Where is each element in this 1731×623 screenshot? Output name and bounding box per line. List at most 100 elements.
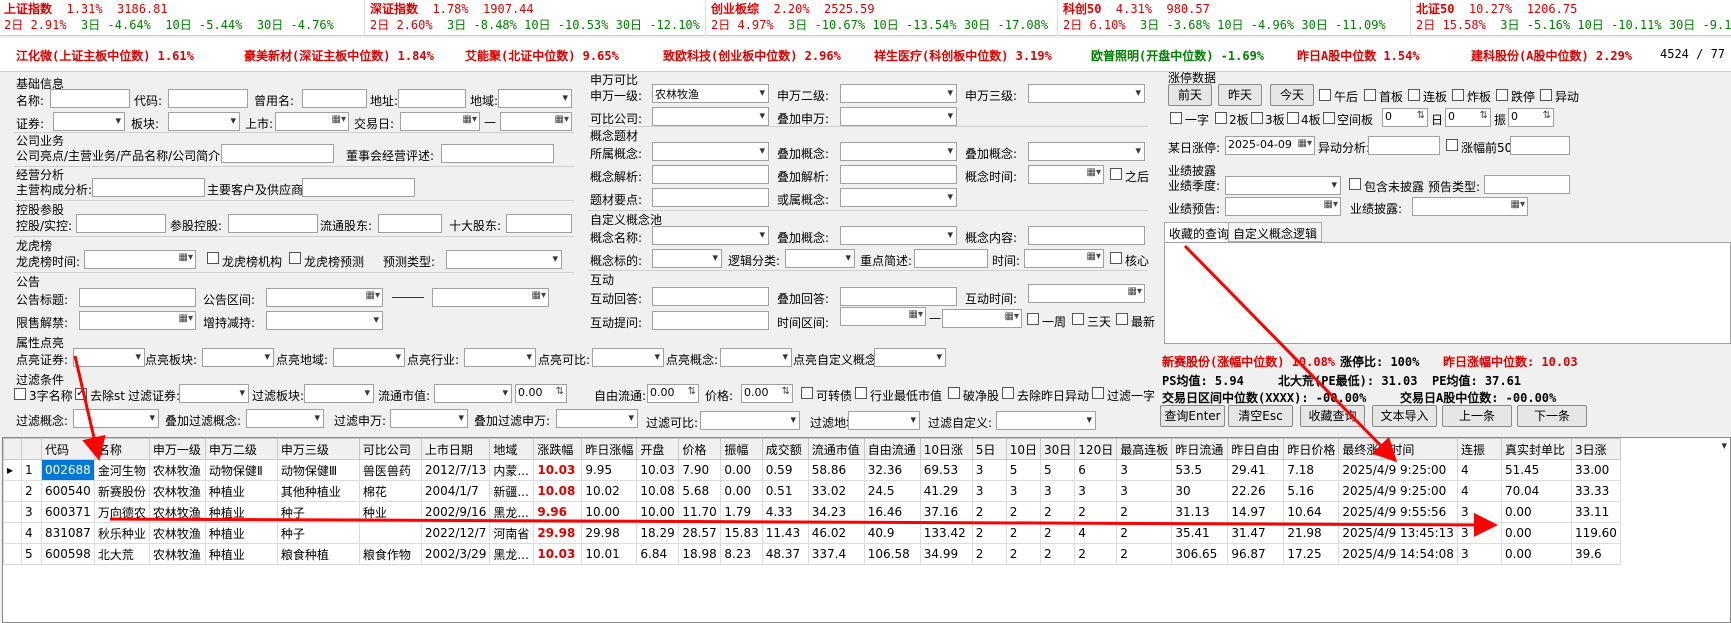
after-checkbox[interactable]	[1110, 168, 1122, 180]
answer-input[interactable]	[652, 287, 769, 306]
sw-l2-select[interactable]	[840, 84, 957, 103]
table-cell[interactable]: 万向德农	[93, 501, 150, 523]
table-cell[interactable]: 2012/7/13	[420, 459, 491, 481]
column-header[interactable]: 昨日涨幅	[581, 438, 638, 460]
column-header[interactable]: 120日	[1074, 438, 1118, 460]
unlock-picker[interactable]	[79, 311, 196, 330]
table-cell[interactable]: 17.25	[1283, 543, 1340, 565]
table-cell[interactable]: 2002/3/29	[420, 543, 491, 565]
composition-input[interactable]	[92, 178, 205, 197]
table-cell[interactable]: 7.90	[678, 459, 722, 481]
add-filter-concept-select[interactable]	[246, 409, 324, 428]
table-cell[interactable]: 3	[21, 501, 42, 523]
result-table[interactable]: 代码 名称 申万一级 申万二级 申万三级 可比公司 上市日期 地域 涨跌幅 昨日涨幅 开盘 价格 振幅成…	[3, 438, 1621, 565]
concept-time-picker[interactable]	[1028, 165, 1104, 184]
ticker-chinext[interactable]: 创业板综 2.20% 2525.59 2日 4.97% 3日 -10.67% 1…	[707, 0, 1058, 36]
lowest-mcap-checkbox[interactable]	[855, 387, 867, 399]
table-cell[interactable]: 内蒙...	[489, 459, 535, 481]
table-cell[interactable]: 种子	[276, 501, 360, 523]
table-cell[interactable]: 29.98	[581, 522, 638, 544]
table-cell[interactable]: 4	[21, 522, 42, 544]
filter-one-checkbox[interactable]	[1092, 387, 1104, 399]
filter-custom-select[interactable]	[996, 411, 1096, 430]
abnormal-analysis-input[interactable]	[1368, 136, 1440, 155]
table-cell[interactable]: 39.6	[1570, 543, 1621, 565]
filter-comparable-select[interactable]	[700, 411, 800, 430]
table-cell[interactable]: 35.41	[1171, 522, 1229, 544]
table-cell[interactable]: 2	[1116, 543, 1173, 565]
logic-select[interactable]	[785, 249, 855, 268]
include-undisclosed-checkbox[interactable]	[1349, 178, 1361, 190]
table-cell[interactable]: 58.86	[807, 459, 865, 481]
table-cell[interactable]: 北大荒	[93, 543, 150, 565]
range-end-picker[interactable]	[942, 309, 1022, 328]
tab-custom-concept-logic[interactable]: 自定义概念逻辑	[1228, 222, 1323, 242]
broken-checkbox[interactable]	[1452, 89, 1464, 101]
table-cell[interactable]: 31.47	[1227, 522, 1285, 544]
column-header[interactable]: 流通市值	[807, 438, 865, 460]
table-cell[interactable]: 30	[1171, 480, 1229, 502]
abnormal-checkbox[interactable]	[1540, 89, 1552, 101]
table-cell[interactable]: 2	[971, 522, 1007, 544]
table-cell[interactable]: 14.97	[1227, 501, 1285, 523]
table-cell[interactable]: 3	[971, 459, 1007, 481]
table-cell[interactable]	[3, 522, 22, 544]
table-cell[interactable]: 831087	[41, 522, 95, 544]
table-cell[interactable]: 32.36	[863, 459, 921, 481]
or-concept-select[interactable]	[840, 188, 957, 207]
table-cell[interactable]: 10.03	[533, 459, 583, 481]
table-cell[interactable]: 10.00	[581, 501, 638, 523]
table-cell[interactable]: 2025/4/9 14:54:08	[1338, 543, 1458, 565]
listed-date-picker[interactable]	[275, 112, 349, 131]
table-cell[interactable]: 2	[1074, 501, 1118, 523]
column-header[interactable]: 3日涨	[1570, 438, 1621, 460]
add-concept2-select[interactable]	[1028, 142, 1145, 161]
owned-concept-select[interactable]	[652, 142, 769, 161]
sw-l1-select[interactable]: 农林牧渔	[652, 84, 769, 103]
table-cell[interactable]: 9.95	[581, 459, 638, 481]
median-star[interactable]: 祥生医疗(科创板中位数) 3.19%	[874, 47, 1052, 64]
hl-region-select[interactable]	[333, 348, 405, 367]
table-cell[interactable]: 0.00	[1500, 501, 1572, 523]
table-cell[interactable]: 119.60	[1570, 522, 1621, 544]
column-header[interactable]: 最高连板	[1116, 438, 1173, 460]
trade-day-end-picker[interactable]	[500, 112, 572, 131]
table-cell[interactable]: 种植业	[204, 543, 278, 565]
table-cell[interactable]: 69.53	[919, 459, 973, 481]
column-header[interactable]: 涨跌幅	[533, 438, 583, 460]
clear-button[interactable]: 清空Esc	[1228, 405, 1293, 427]
table-cell[interactable]: 2	[21, 480, 42, 502]
table-cell[interactable]: 2	[1074, 543, 1118, 565]
table-cell[interactable]: 其他种植业	[276, 480, 360, 502]
mcap-select[interactable]	[434, 384, 512, 403]
table-cell[interactable]	[3, 501, 22, 523]
table-cell[interactable]: 37.16	[919, 501, 973, 523]
table-cell[interactable]: 2	[1040, 522, 1076, 544]
table-cell[interactable]: 10.08	[636, 480, 680, 502]
table-cell[interactable]: 0.59	[761, 459, 809, 481]
filter-region-select[interactable]	[848, 411, 920, 430]
add-answer-input[interactable]	[840, 287, 957, 306]
fall-limit-checkbox[interactable]	[1496, 89, 1508, 101]
table-cell[interactable]: 0.51	[761, 480, 809, 502]
table-cell[interactable]: 新疆...	[489, 480, 535, 502]
table-cell[interactable]: 24.5	[863, 480, 921, 502]
column-header[interactable]: 5日	[971, 438, 1007, 460]
median-ashare[interactable]: 建科股份(A股中位数) 2.29%	[1471, 47, 1632, 64]
table-cell[interactable]: 2025/4/9 9:25:00	[1338, 480, 1458, 502]
median-bse[interactable]: 艾能聚(北证中位数) 9.65%	[465, 47, 619, 64]
shareholding-select[interactable]	[266, 311, 383, 330]
some-day-limit-picker[interactable]: 2025-04-09	[1225, 136, 1315, 155]
table-cell[interactable]: 600598	[41, 543, 95, 565]
table-cell[interactable]: 6	[1074, 459, 1118, 481]
convertible-checkbox[interactable]	[801, 387, 813, 399]
table-cell[interactable]: 2	[1005, 522, 1042, 544]
filter-sector-select[interactable]	[304, 384, 374, 403]
float-holder-input[interactable]	[378, 214, 442, 233]
board4-checkbox[interactable]	[1287, 112, 1299, 124]
text-import-button[interactable]: 文本导入	[1372, 405, 1437, 427]
column-header[interactable]: 最终涨停时间	[1338, 438, 1458, 460]
table-cell[interactable]: 黑龙...	[489, 501, 535, 523]
column-header[interactable]: 真实封单比	[1500, 438, 1572, 460]
column-header[interactable]: 地域	[489, 438, 535, 460]
